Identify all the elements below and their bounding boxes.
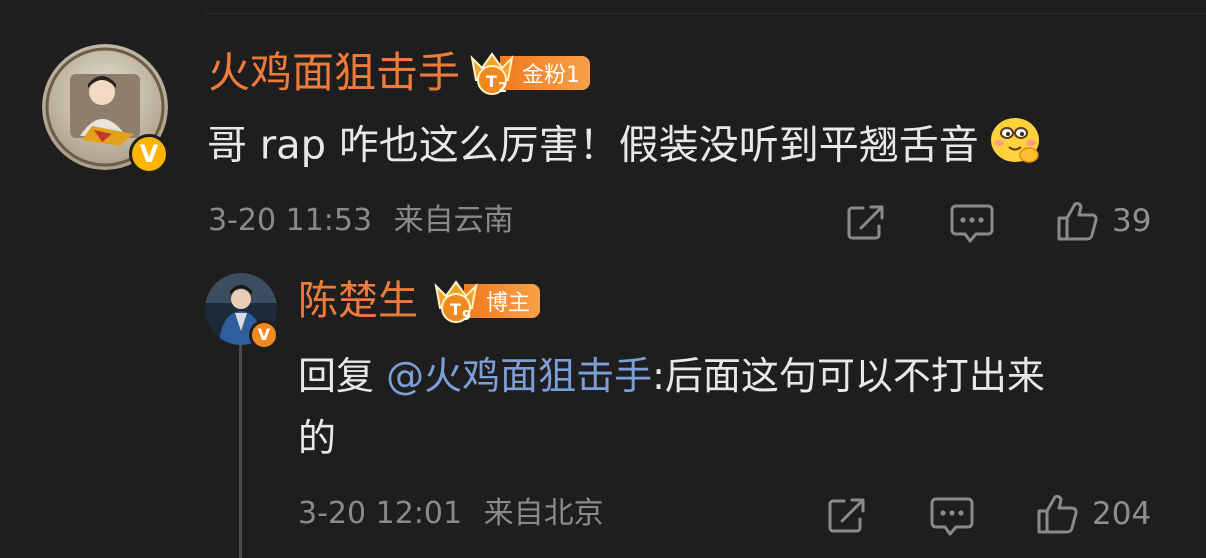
share-button[interactable] (826, 495, 868, 535)
reply-date: 3-20 12:01 (298, 496, 463, 531)
reply-text: 回复 @火鸡面狙击手:后面这句可以不打出来 的 (298, 345, 1045, 469)
share-icon (828, 498, 865, 533)
verified-v-icon: V (249, 320, 279, 350)
top-divider (205, 13, 1206, 14)
svg-text:9: 9 (462, 309, 471, 324)
like-button[interactable]: 39 (1056, 200, 1151, 242)
comment-date: 3-20 11:53 (208, 203, 373, 238)
comment-button[interactable] (950, 202, 994, 244)
thumbs-up-icon (1037, 494, 1078, 534)
comment-icon (930, 497, 974, 536)
reply-text-body: :后面这句可以不打出来 (652, 354, 1045, 398)
fan-badge[interactable]: T 2 金粉1 (466, 50, 590, 96)
reply-location: 来自北京 (483, 496, 604, 531)
comment-text: 哥 rap 咋也这么厉害！假装没听到平翘舌音 (207, 113, 1041, 182)
svg-text:T: T (486, 72, 497, 91)
comment-meta: 3-20 11:53 来自云南 (208, 206, 514, 236)
svg-text:2: 2 (498, 81, 507, 96)
commenter-username[interactable]: 火鸡面狙击手 (208, 52, 460, 94)
blogger-badge[interactable]: T 9 博主 (430, 278, 541, 324)
share-icon (847, 205, 884, 240)
svg-text:T: T (450, 300, 461, 319)
like-count: 204 (1092, 495, 1152, 532)
share-button[interactable] (845, 202, 887, 242)
mention-link[interactable]: @火鸡面狙击手 (386, 354, 652, 398)
smile-emoji-icon (985, 113, 1041, 182)
crown-badge-icon: T 9 (434, 280, 478, 324)
crown-badge-icon: T 2 (470, 52, 514, 96)
reply-meta: 3-20 12:01 来自北京 (298, 499, 604, 529)
replier-username[interactable]: 陈楚生 (298, 281, 418, 321)
comment-button[interactable] (930, 495, 974, 537)
comment-icon (950, 204, 994, 243)
comment-location: 来自云南 (393, 203, 514, 238)
reply-thread-line (239, 345, 242, 558)
comment-text-body: 哥 rap 咋也这么厉害！假装没听到平翘舌音 (207, 122, 979, 169)
verified-v-icon: V (129, 134, 169, 174)
like-count: 39 (1112, 202, 1152, 239)
reply-prefix: 回复 (298, 354, 375, 398)
reply-line-2: 的 (298, 416, 337, 460)
reply-line-1: 回复 @火鸡面狙击手:后面这句可以不打出来 (298, 345, 1045, 407)
thumbs-up-icon (1057, 201, 1098, 241)
like-button[interactable]: 204 (1036, 493, 1151, 535)
